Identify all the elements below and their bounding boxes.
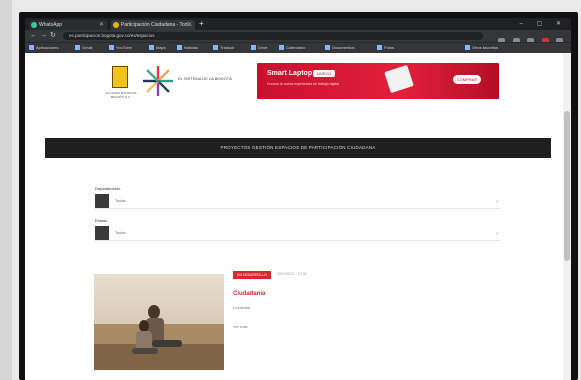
bookmark-item[interactable]: Calendario <box>279 44 305 52</box>
filter-square-icon <box>95 226 109 240</box>
bookmark-icon <box>109 45 114 50</box>
participation-star-logo[interactable] <box>141 64 175 98</box>
card-title-link[interactable]: Ciudadanía <box>233 291 265 297</box>
bookmark-item[interactable]: Fotos <box>377 44 394 52</box>
bookmark-item[interactable]: Gmail <box>75 44 92 52</box>
status-badge: EN DESARROLLO <box>233 271 271 279</box>
site-favicon-icon <box>113 22 119 28</box>
reload-button[interactable]: ↻ <box>50 31 56 41</box>
address-bar-row: ← → ↻ es.participacion.bogota.gov.co/es/… <box>25 30 571 45</box>
filter-label-estado: Estado <box>95 218 108 223</box>
window-controls[interactable]: – ▢ ✕ <box>520 18 567 30</box>
bookmark-icon <box>377 45 382 50</box>
tab-whatsapp[interactable]: WhatsApp ✕ <box>29 20 107 30</box>
banner-title: Smart Laptop <box>267 70 313 77</box>
bookmark-item[interactable]: Traducir <box>213 44 235 52</box>
chevron-down-icon: ⌄ <box>494 198 500 204</box>
bookmark-icon <box>149 45 154 50</box>
whatsapp-favicon-icon <box>31 22 37 28</box>
card-more-link[interactable]: Ver más <box>233 324 248 329</box>
filter-value: Todos <box>115 230 126 235</box>
bookmark-item[interactable]: Maps <box>149 44 166 52</box>
bookmark-icon <box>251 45 256 50</box>
tab-label: Participación Ciudadana - Tod... <box>121 22 192 28</box>
bookmark-icon <box>177 45 182 50</box>
bookmark-icon <box>213 45 218 50</box>
filter-label-departamento: Departamento <box>95 186 121 191</box>
bogota-crest-logo[interactable] <box>112 66 128 88</box>
photo-left-edge <box>0 0 12 380</box>
bookmark-item[interactable]: Drive <box>251 44 267 52</box>
filter-select-departamento[interactable]: Todas ⌄ <box>95 194 500 209</box>
bookmark-item[interactable]: Documentos <box>325 44 354 52</box>
bookmark-icon <box>75 45 80 50</box>
bookmark-item[interactable]: Otros favoritos <box>465 44 498 52</box>
banner-cta-button[interactable]: COMPRAR <box>453 75 481 84</box>
tab-participacion[interactable]: Participación Ciudadana - Tod... ✕ <box>111 20 195 30</box>
filter-value: Todas <box>115 198 126 203</box>
chevron-down-icon: ⌄ <box>494 230 500 236</box>
logo-wordmark: EL SISTEMA DE LA BOGOTÁ <box>178 76 232 81</box>
laptop-illustration-icon <box>384 64 414 94</box>
card-date: 20/10/2021 - 10:30 <box>277 272 307 276</box>
page-scrollbar[interactable] <box>563 53 571 380</box>
forward-button[interactable]: → <box>40 31 47 41</box>
crest-caption: ALCALDÍA MAYOR DE BOGOTÁ D.C. <box>105 91 137 99</box>
bookmarks-bar: Aplicaciones Gmail YouTube Maps Noticias… <box>25 42 571 53</box>
bookmark-item[interactable]: YouTube <box>109 44 132 52</box>
url-input[interactable]: es.participacion.bogota.gov.co/es/espaci… <box>63 32 483 40</box>
tab-label: WhatsApp <box>39 22 63 28</box>
section-title-bar: PROYECTOS GESTIÓN ESPACIOS DE PARTICIPAC… <box>45 138 551 158</box>
bookmark-icon <box>325 45 330 50</box>
filter-select-estado[interactable]: Todos ⌄ <box>95 226 500 241</box>
bookmark-icon <box>279 45 284 50</box>
back-button[interactable]: ← <box>30 31 37 41</box>
bookmark-icon <box>465 45 470 50</box>
ad-banner[interactable]: Smart Laptop NUEVO Conoce la nueva exper… <box>257 63 499 99</box>
new-tab-button[interactable]: + <box>199 19 204 29</box>
tab-bar: WhatsApp ✕ Participación Ciudadana - Tod… <box>25 18 571 30</box>
close-tab-icon[interactable]: ✕ <box>99 20 104 30</box>
browser-window: WhatsApp ✕ Participación Ciudadana - Tod… <box>25 18 571 380</box>
banner-badge: NUEVO <box>313 70 335 77</box>
card-photo[interactable] <box>94 274 224 370</box>
card-subtitle: Localidad <box>233 305 251 310</box>
extension-icons <box>495 32 563 45</box>
scrollbar-thumb[interactable] <box>564 111 570 261</box>
bookmark-item[interactable]: Noticias <box>177 44 198 52</box>
close-tab-icon[interactable]: ✕ <box>187 20 192 30</box>
bookmark-icon <box>29 45 34 50</box>
bookmark-item[interactable]: Aplicaciones <box>29 44 58 52</box>
banner-subtitle: Conoce la nueva experiencia de trabajo d… <box>267 82 339 86</box>
filter-square-icon <box>95 194 109 208</box>
page-title: PROYECTOS GESTIÓN ESPACIOS DE PARTICIPAC… <box>220 145 376 150</box>
